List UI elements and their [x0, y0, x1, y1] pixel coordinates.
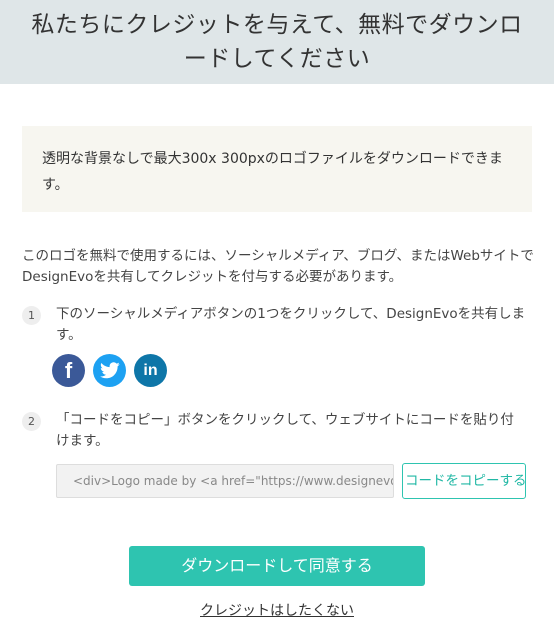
- step-text-1: 下のソーシャルメディアボタンの1つをクリックして、DesignEvoを共有します…: [56, 306, 526, 343]
- download-agree-button[interactable]: ダウンロードして同意する: [129, 546, 425, 586]
- intro-text: このロゴを無料で使用するには、ソーシャルメディア、ブログ、またはWebサイトでD…: [22, 248, 534, 285]
- twitter-bird-icon: [99, 362, 120, 379]
- copy-code-button[interactable]: コードをコピーする: [402, 463, 526, 499]
- no-credit-row: クレジットはしたくない: [0, 600, 554, 620]
- dialog-header: 私たちにクレジットを与えて、無料でダウンロードしてください: [0, 0, 554, 84]
- no-credit-link[interactable]: クレジットはしたくない: [200, 603, 354, 619]
- step-text-2: 「コードをコピー」ボタンをクリックして、ウェブサイトにコードを貼り付けます。: [56, 412, 514, 449]
- linkedin-icon[interactable]: in: [134, 354, 167, 387]
- social-share-buttons: f in: [52, 354, 167, 387]
- download-notice: 透明な背景なしで最大300x 300pxのロゴファイルをダウンロードできます。: [22, 126, 532, 212]
- step-number-2: 2: [22, 412, 41, 431]
- dialog-title: 私たちにクレジットを与えて、無料でダウンロードしてください: [31, 12, 523, 72]
- twitter-icon[interactable]: [93, 354, 126, 387]
- facebook-icon[interactable]: f: [52, 354, 85, 387]
- step-number-1: 1: [22, 306, 41, 325]
- embed-code-field[interactable]: <div>Logo made by <a href="https://www.d…: [56, 464, 394, 498]
